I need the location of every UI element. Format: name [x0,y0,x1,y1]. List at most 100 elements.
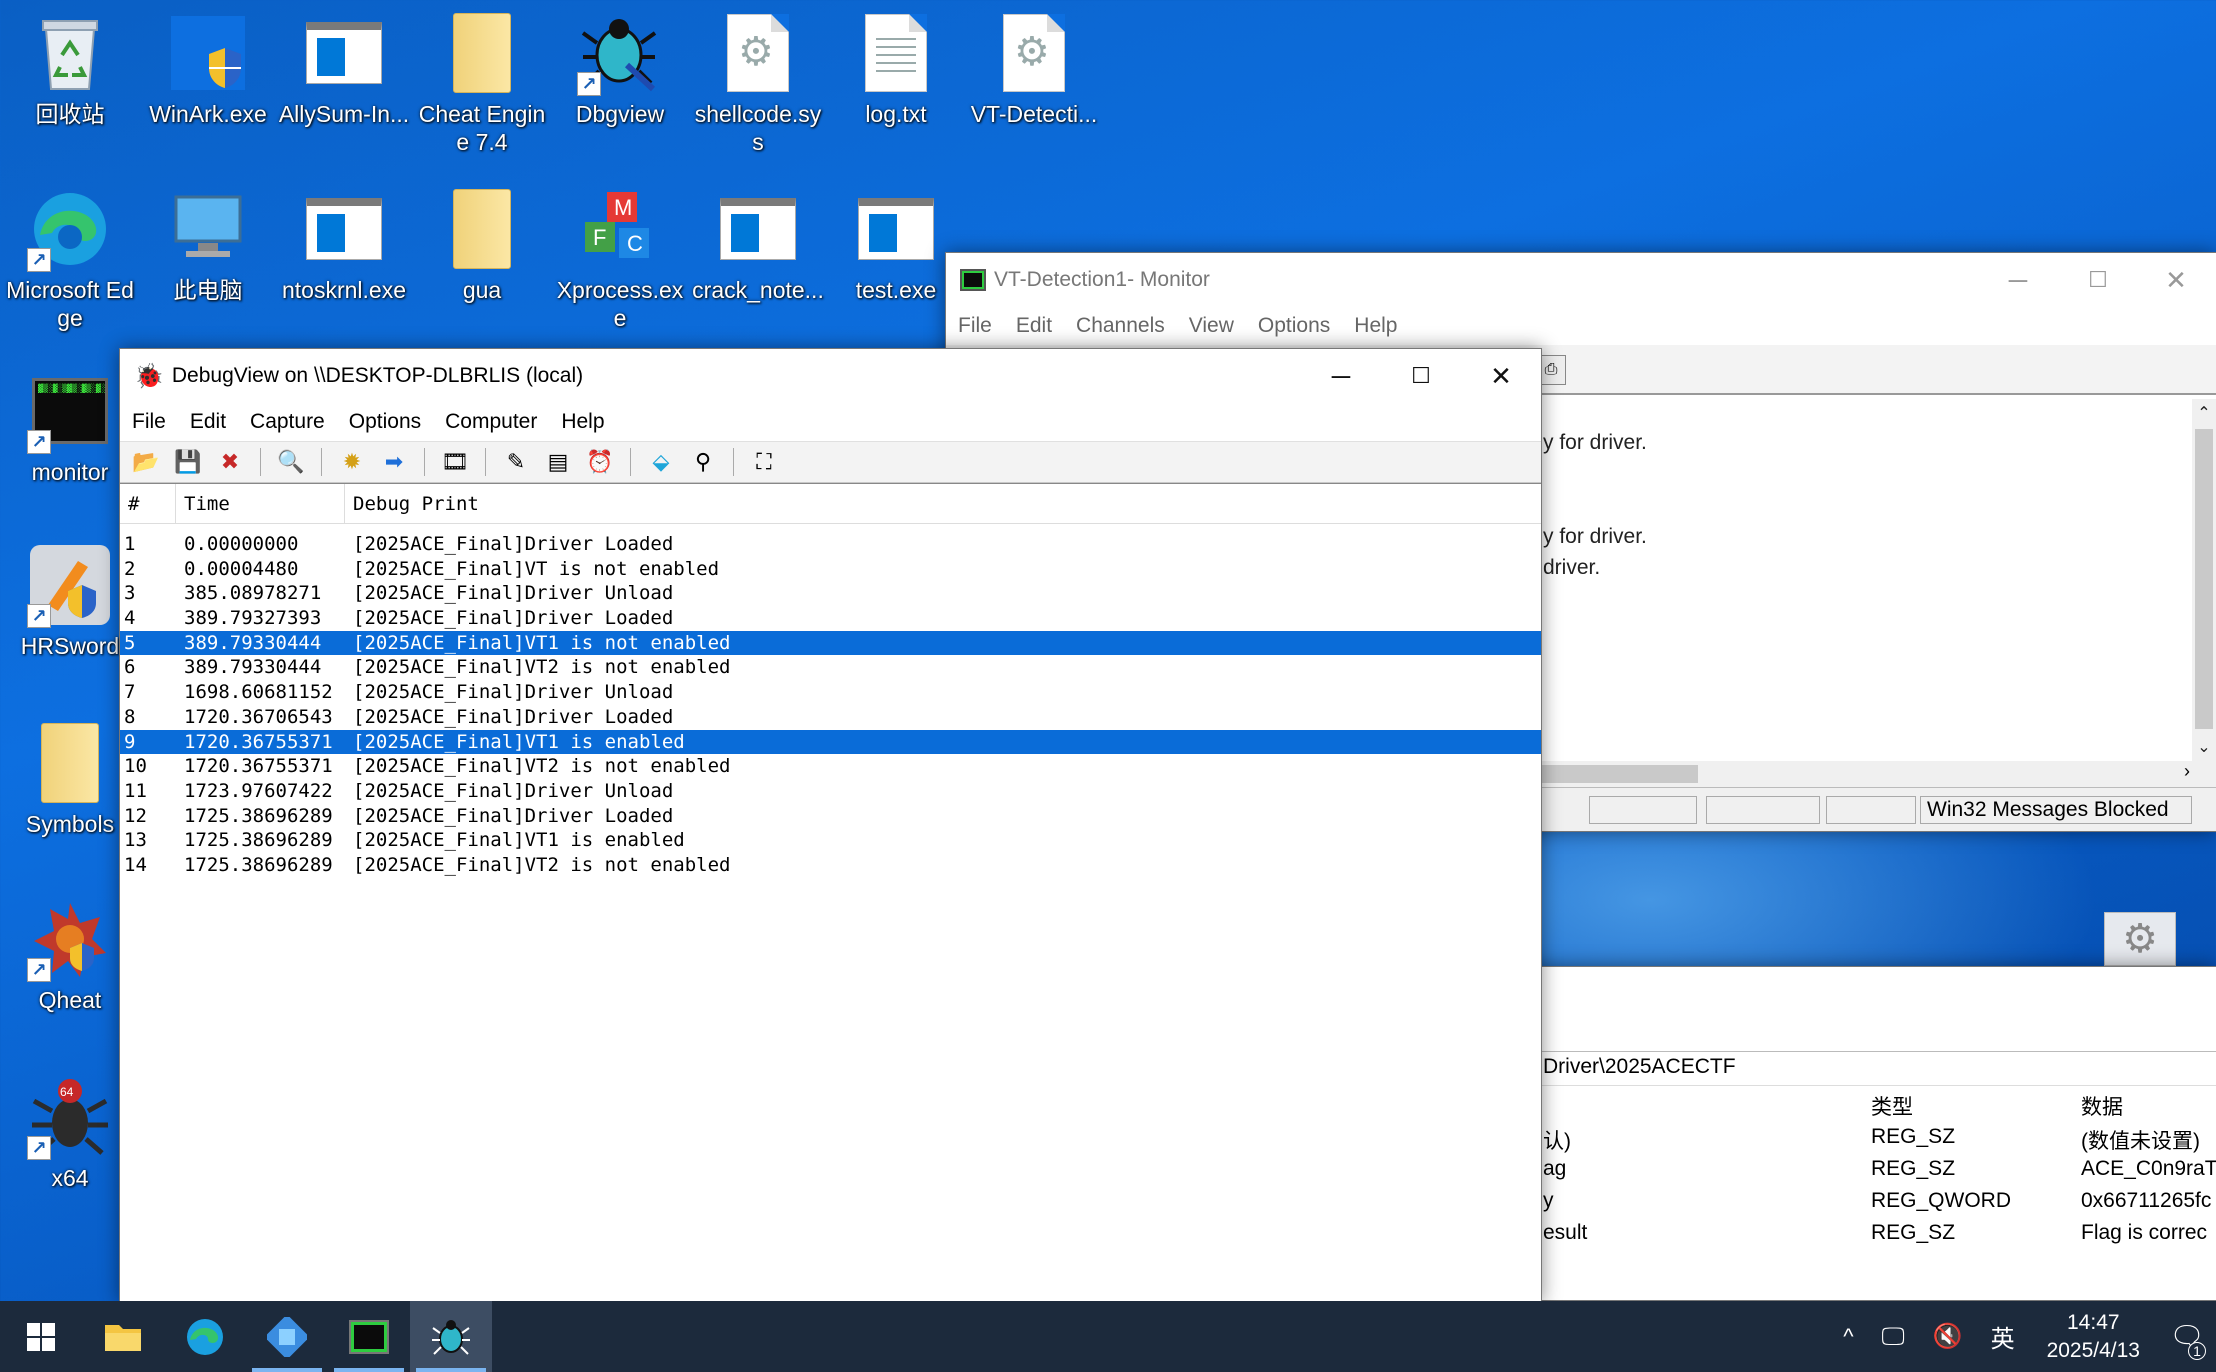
table-row-selected[interactable]: 5 389.79330444 [2025ACE_Final]VT1 is not e… [120,630,1541,656]
taskbar-edge[interactable] [164,1301,246,1372]
menu-edit[interactable]: Edit [190,410,226,434]
find-icon[interactable]: 🔍 [275,446,307,478]
taskbar-allysum[interactable] [246,1301,328,1372]
menu-file[interactable]: File [132,410,166,434]
desktop-icon-gua[interactable]: gua [414,186,550,304]
registry-row[interactable]: 认) REG_SZ (数值未设置) [1501,1125,2216,1155]
menu-capture[interactable]: Capture [250,410,325,434]
menu-computer[interactable]: Computer [445,410,537,434]
start-button[interactable] [0,1301,82,1372]
desktop-icon-ntoskrnl[interactable]: ntoskrnl.exe [276,186,412,304]
taskbar-file-explorer[interactable] [82,1301,164,1372]
menu-view[interactable]: View [1189,314,1234,338]
notification-center-icon[interactable]: 🗨 1 [2158,1301,2216,1372]
desktop-icon-log-txt[interactable]: log.txt [828,10,964,128]
column-header-time[interactable]: Time [176,483,345,524]
desktop-icon-crack-note[interactable]: crack_note... [690,186,826,304]
menu-edit[interactable]: Edit [1016,314,1052,338]
autoscroll-icon[interactable]: ➡ [378,446,410,478]
save-icon[interactable]: 💾 [172,446,204,478]
column-header-type[interactable]: 类型 [1871,1091,1913,1121]
clock-icon[interactable]: ⏰ [584,446,616,478]
maximize-button[interactable]: ☐ [2058,253,2138,307]
scrollbar-thumb[interactable] [2195,429,2213,729]
close-button[interactable]: ✕ [2136,253,2216,307]
close-button[interactable]: ✕ [1461,349,1541,403]
clear-display-icon[interactable]: ✖ [214,446,246,478]
menu-file[interactable]: File [958,314,992,338]
folder-icon [439,186,525,272]
history-icon[interactable]: ▤ [542,446,574,478]
pin-icon[interactable]: ⚲ [687,446,719,478]
desktop-icon-hrsword[interactable]: ↗ HRSword [2,542,138,660]
capture-kernel-icon[interactable]: 🎞 [439,446,471,478]
desktop-icon-shellcode-sys[interactable]: ⚙ shellcode.sys [690,10,826,156]
desktop-icon-monitor[interactable]: ▓▒░▓░▒▓▒░▓▒░▓░▒▓▒░▓▒░▓░▒▓▒░▓▒░▓░▒▓▒░▓▒░▓… [2,368,138,486]
taskbar-monitor[interactable] [328,1301,410,1372]
table-row[interactable]: 14 1725.38696289 [2025ACE_Final]VT2 is not… [120,853,1541,878]
minimize-button[interactable]: ─ [1301,349,1381,403]
registry-row[interactable]: esult REG_SZ Flag is correc [1501,1221,2216,1251]
shortcut-arrow-icon: ↗ [27,430,51,454]
monitor-window-title: VT-Detection1- Monitor [994,268,1210,291]
table-row[interactable]: 8 1720.36706543 [2025ACE_Final]Driver Load… [120,705,1541,730]
column-header-number[interactable]: # [120,483,176,524]
table-row[interactable]: 10 1720.36755371 [2025ACE_Final]VT2 is not… [120,754,1541,779]
table-row[interactable]: 6 389.79330444 [2025ACE_Final]VT2 is not e… [120,655,1541,680]
desktop-icon-xprocess[interactable]: MFC Xprocess.exe [552,186,688,332]
column-header-debug-print[interactable]: Debug Print [345,484,1541,524]
desktop-icon-test-exe[interactable]: test.exe [828,186,964,304]
table-row[interactable]: 2 0.00004480 [2025ACE_Final]VT is not enab… [120,557,1541,582]
desktop-icon-allysum[interactable]: AllySum-In... [276,10,412,128]
desktop-icon-cheat-engine[interactable]: Cheat Engine 7.4 [414,10,550,156]
sys-file-icon: ⚙ [991,10,1077,96]
desktop-icon-qheat[interactable]: ↗ Qheat [2,896,138,1014]
volume-muted-icon[interactable]: 🔇 [1933,1322,1963,1351]
hrsword-icon: ↗ [27,542,113,628]
registry-row[interactable]: ag REG_SZ ACE_C0n9raT [1501,1157,2216,1187]
desktop-icon-symbols[interactable]: Symbols [2,720,138,838]
ime-indicator[interactable]: 英 [1991,1319,2015,1354]
desktop-icon-x64[interactable]: 64 ↗ x64 [2,1074,138,1192]
desktop-icon-recycle-bin[interactable]: 回收站 [2,10,138,128]
show-hidden-icons-chevron[interactable]: ^ [1843,1324,1853,1350]
monitor-titlebar[interactable]: VT-Detection1- Monitor ─ ☐ ✕ [946,253,2216,307]
desktop-icon-this-pc[interactable]: 此电脑 [140,186,276,304]
table-row[interactable]: 1 0.00000000 [2025ACE_Final]Driver Loaded [120,532,1541,557]
debugview-titlebar[interactable]: 🐞 DebugView on \\DESKTOP-DLBRLIS (local)… [120,349,1541,403]
clock[interactable]: 14:47 2025/4/13 [2047,1309,2140,1365]
maximize-button[interactable]: ☐ [1381,349,1461,403]
table-row[interactable]: 11 1723.97607422 [2025ACE_Final]Driver Unl… [120,779,1541,804]
filter-icon[interactable]: ✎ [500,446,532,478]
table-row-selected[interactable]: 9 1720.36755371 [2025ACE_Final]VT1 is enab… [120,729,1541,755]
table-row[interactable]: 12 1725.38696289 [2025ACE_Final]Driver Loa… [120,804,1541,829]
table-row[interactable]: 3 385.08978271 [2025ACE_Final]Driver Unloa… [120,581,1541,606]
table-row[interactable]: 4 389.79327393 [2025ACE_Final]Driver Loade… [120,606,1541,631]
desktop-icon-label: Symbols [25,811,115,837]
minimize-button[interactable]: ─ [1978,253,2058,307]
desktop-icon-edge[interactable]: ↗ Microsoft Edge [2,186,138,332]
desktop-icon-winark[interactable]: WinArk.exe [140,10,276,128]
column-header-data[interactable]: 数据 [2081,1091,2123,1121]
capture-icon[interactable]: ✹ [336,446,368,478]
taskbar-dbgview[interactable] [410,1301,492,1372]
binoculars-icon[interactable]: ⛶ [748,446,780,478]
network-icon[interactable]: 🖵 [1882,1323,1905,1351]
winark-icon [165,10,251,96]
debug-output-grid[interactable]: # Time Debug Print 1 0.00000000 [2025ACE_F… [120,483,1541,1302]
registry-row[interactable]: y REG_QWORD 0x66711265fc [1501,1189,2216,1219]
menu-help[interactable]: Help [561,410,604,434]
registry-path-bar[interactable]: Driver\2025ACECTF [1543,1055,1736,1079]
menu-options[interactable]: Options [1258,314,1330,338]
menu-options[interactable]: Options [349,410,421,434]
table-row[interactable]: 13 1725.38696289 [2025ACE_Final]VT1 is ena… [120,828,1541,853]
desktop-icon-vt-detection[interactable]: ⚙ VT-Detecti... [966,10,1102,128]
highlight-icon[interactable]: ⬙ [645,446,677,478]
desktop-icon-label: ntoskrnl.exe [281,277,406,303]
table-row[interactable]: 7 1698.60681152 [2025ACE_Final]Driver Unlo… [120,680,1541,705]
desktop-icon-dbgview[interactable]: ↗ Dbgview [552,10,688,128]
menu-channels[interactable]: Channels [1076,314,1165,338]
menu-help[interactable]: Help [1354,314,1397,338]
open-icon[interactable]: 📂 [130,446,162,478]
vertical-scrollbar[interactable]: ⌃ ⌄ [2192,399,2216,761]
